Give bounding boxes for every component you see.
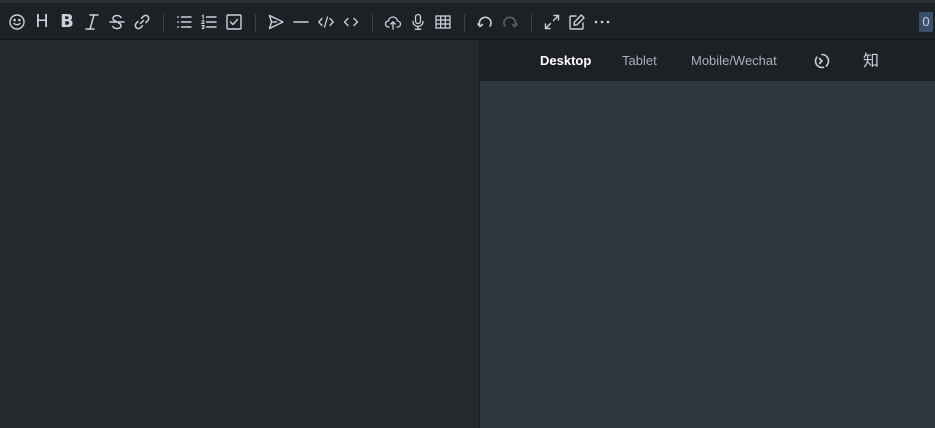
link-icon[interactable] (132, 12, 152, 32)
redo-icon[interactable] (500, 12, 520, 32)
toolbar-divider (531, 14, 532, 32)
horizontal-rule-icon[interactable] (291, 12, 311, 32)
theme-icon[interactable] (812, 51, 832, 71)
inline-code-icon[interactable] (316, 12, 336, 32)
bold-icon[interactable]: B (57, 12, 77, 32)
toolbar: H B 0 (0, 0, 935, 40)
undo-icon[interactable] (475, 12, 495, 32)
heading-icon[interactable]: H (32, 12, 52, 32)
toolbar-divider (464, 14, 465, 32)
record-icon[interactable] (408, 12, 428, 32)
ordered-list-icon[interactable] (199, 12, 219, 32)
preview-panel: Desktop Tablet Mobile/Wechat 知 (479, 40, 935, 428)
table-icon[interactable] (433, 12, 453, 32)
toolbar-divider (372, 14, 373, 32)
bold-glyph: B (60, 11, 74, 32)
emoji-icon[interactable] (7, 12, 27, 32)
tab-mobile-wechat[interactable]: Mobile/Wechat (691, 52, 777, 70)
toolbar-divider (255, 14, 256, 32)
tab-tablet[interactable]: Tablet (622, 52, 657, 70)
strikethrough-icon[interactable] (107, 12, 127, 32)
heading-glyph: H (35, 11, 49, 32)
preview-content (480, 81, 935, 428)
preview-toolbar: Desktop Tablet Mobile/Wechat 知 (480, 40, 935, 81)
italic-icon[interactable] (82, 12, 102, 32)
fullscreen-icon[interactable] (542, 12, 562, 32)
toolbar-divider (163, 14, 164, 32)
quote-icon[interactable] (266, 12, 286, 32)
upload-icon[interactable] (383, 12, 403, 32)
editor-input-area[interactable] (0, 40, 479, 428)
markdown-editor: H B 0 Desktop Tablet Mobile/Wechat 知 (0, 0, 935, 428)
checklist-icon[interactable] (224, 12, 244, 32)
word-count-badge: 0 (919, 12, 933, 32)
code-block-icon[interactable] (341, 12, 361, 32)
tab-desktop[interactable]: Desktop (540, 52, 591, 70)
edit-mode-icon[interactable] (567, 12, 587, 32)
unordered-list-icon[interactable] (174, 12, 194, 32)
more-icon[interactable] (592, 12, 612, 32)
zhihu-button[interactable]: 知 (863, 50, 879, 72)
